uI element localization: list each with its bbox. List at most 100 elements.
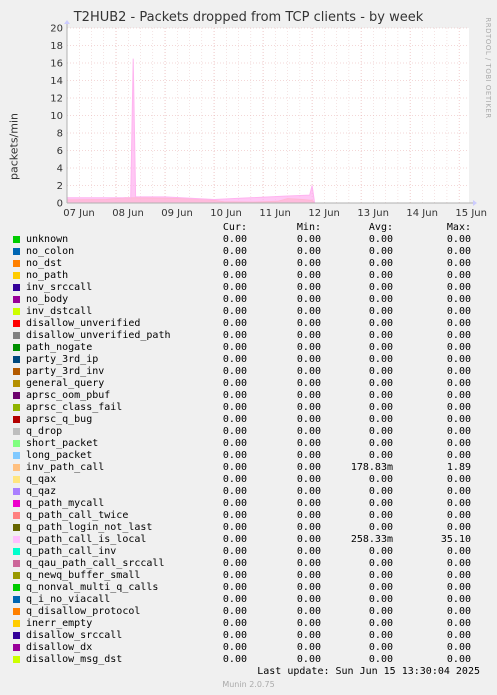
y-tick-label: 12 [50, 94, 63, 105]
legend-max: 0.00 [446, 522, 471, 533]
legend-header-avg: Avg: [368, 222, 393, 233]
legend-name: no_body [26, 294, 69, 305]
legend-row: q_path_call_is_local 0.00 0.00 258.33m 35.10 [0, 534, 497, 546]
legend-cur: 0.00 [222, 654, 247, 665]
legend-min: 0.00 [296, 582, 321, 593]
legend-row: no_path 0.00 0.00 0.00 0.00 [0, 270, 497, 282]
legend-swatch [13, 632, 20, 639]
legend-max: 0.00 [446, 558, 471, 569]
legend-name: short_packet [26, 438, 99, 449]
legend-min: 0.00 [296, 462, 321, 473]
legend-name: long_packet [26, 450, 93, 461]
legend-cur: 0.00 [222, 558, 247, 569]
legend-cur: 0.00 [222, 510, 247, 521]
legend-row: q_disallow_protocol 0.00 0.00 0.00 0.00 [0, 606, 497, 618]
legend-swatch [13, 236, 20, 243]
legend-avg: 0.00 [368, 390, 393, 401]
x-tick-label: 14 Jun [406, 208, 438, 219]
legend-row: aprsc_q_bug 0.00 0.00 0.00 0.00 [0, 414, 497, 426]
legend-swatch [13, 452, 20, 459]
legend-avg: 258.33m [350, 534, 393, 545]
legend-min: 0.00 [296, 510, 321, 521]
legend-name: disallow_unverified_path [26, 330, 171, 341]
legend-row: q_drop 0.00 0.00 0.00 0.00 [0, 426, 497, 438]
legend-avg: 0.00 [368, 630, 393, 641]
legend-row: q_qau_path_call_srccall 0.00 0.00 0.00 0.00 [0, 558, 497, 570]
legend-row: q_path_mycall 0.00 0.00 0.00 0.00 [0, 498, 497, 510]
legend-min: 0.00 [296, 438, 321, 449]
legend-name: q_path_call_twice [26, 510, 129, 521]
legend-name: aprsc_q_bug [26, 414, 93, 425]
legend-min: 0.00 [296, 342, 321, 353]
legend-swatch [13, 656, 20, 663]
legend-cur: 0.00 [222, 354, 247, 365]
legend-avg: 0.00 [368, 366, 393, 377]
legend-avg: 0.00 [368, 318, 393, 329]
legend-row: unknown 0.00 0.00 0.00 0.00 [0, 234, 497, 246]
legend-swatch [13, 464, 20, 471]
legend-avg: 0.00 [368, 402, 393, 413]
legend-min: 0.00 [296, 450, 321, 461]
legend-avg: 0.00 [368, 354, 393, 365]
legend-swatch [13, 356, 20, 363]
legend-cur: 0.00 [222, 414, 247, 425]
legend-row: inerr_empty 0.00 0.00 0.00 0.00 [0, 618, 497, 630]
legend-min: 0.00 [296, 618, 321, 629]
legend-max: 1.89 [446, 462, 471, 473]
legend-cur: 0.00 [222, 318, 247, 329]
y-tick-label: 16 [50, 59, 63, 70]
legend-name: q_path_login_not_last [26, 522, 153, 533]
legend-avg: 0.00 [368, 330, 393, 341]
legend-max: 0.00 [446, 450, 471, 461]
legend-swatch [13, 260, 20, 267]
y-tick-label: 2 [57, 181, 63, 192]
legend-min: 0.00 [296, 354, 321, 365]
legend-row: q_qax 0.00 0.00 0.00 0.00 [0, 474, 497, 486]
legend-name: inv_path_call [26, 462, 105, 473]
x-tick-label: 12 Jun [308, 208, 340, 219]
legend-row: q_nonval_multi_q_calls 0.00 0.00 0.00 0.00 [0, 582, 497, 594]
legend-cur: 0.00 [222, 330, 247, 341]
legend-row: inv_path_call 0.00 0.00 178.83m 1.89 [0, 462, 497, 474]
legend-cur: 0.00 [222, 294, 247, 305]
legend-cur: 0.00 [222, 642, 247, 653]
legend-min: 0.00 [296, 378, 321, 389]
legend-avg: 0.00 [368, 282, 393, 293]
legend-cur: 0.00 [222, 234, 247, 245]
x-tick-label: 10 Jun [210, 208, 242, 219]
legend-max: 0.00 [446, 270, 471, 281]
legend-swatch [13, 320, 20, 327]
footer-version: Munin 2.0.75 [222, 680, 275, 689]
legend-avg: 0.00 [368, 414, 393, 425]
legend-cur: 0.00 [222, 402, 247, 413]
legend-avg: 0.00 [368, 426, 393, 437]
legend-swatch [13, 332, 20, 339]
legend-avg: 0.00 [368, 450, 393, 461]
legend-swatch [13, 536, 20, 543]
legend-swatch [13, 392, 20, 399]
legend-max: 0.00 [446, 234, 471, 245]
legend-name: q_qax [26, 474, 57, 485]
legend-cur: 0.00 [222, 450, 247, 461]
legend-avg: 0.00 [368, 498, 393, 509]
legend-max: 0.00 [446, 426, 471, 437]
legend-name: q_disallow_protocol [26, 606, 141, 617]
legend-cur: 0.00 [222, 378, 247, 389]
legend-row: q_newq_buffer_small 0.00 0.00 0.00 0.00 [0, 570, 497, 582]
y-tick-label: 10 [50, 111, 63, 122]
legend-cur: 0.00 [222, 498, 247, 509]
legend-swatch [13, 428, 20, 435]
last-update: Last update: Sun Jun 15 13:30:04 2025 [257, 666, 480, 677]
legend-min: 0.00 [296, 270, 321, 281]
legend-min: 0.00 [296, 330, 321, 341]
legend-name: q_nonval_multi_q_calls [26, 582, 159, 593]
legend-name: unknown [26, 234, 69, 245]
legend-name: q_qaz [26, 486, 57, 497]
legend-row: disallow_srccall 0.00 0.00 0.00 0.00 [0, 630, 497, 642]
legend-avg: 0.00 [368, 582, 393, 593]
legend-avg: 0.00 [368, 234, 393, 245]
legend-name: disallow_msg_dst [26, 654, 123, 665]
legend-row: disallow_dx 0.00 0.00 0.00 0.00 [0, 642, 497, 654]
legend-swatch [13, 476, 20, 483]
legend-cur: 0.00 [222, 258, 247, 269]
